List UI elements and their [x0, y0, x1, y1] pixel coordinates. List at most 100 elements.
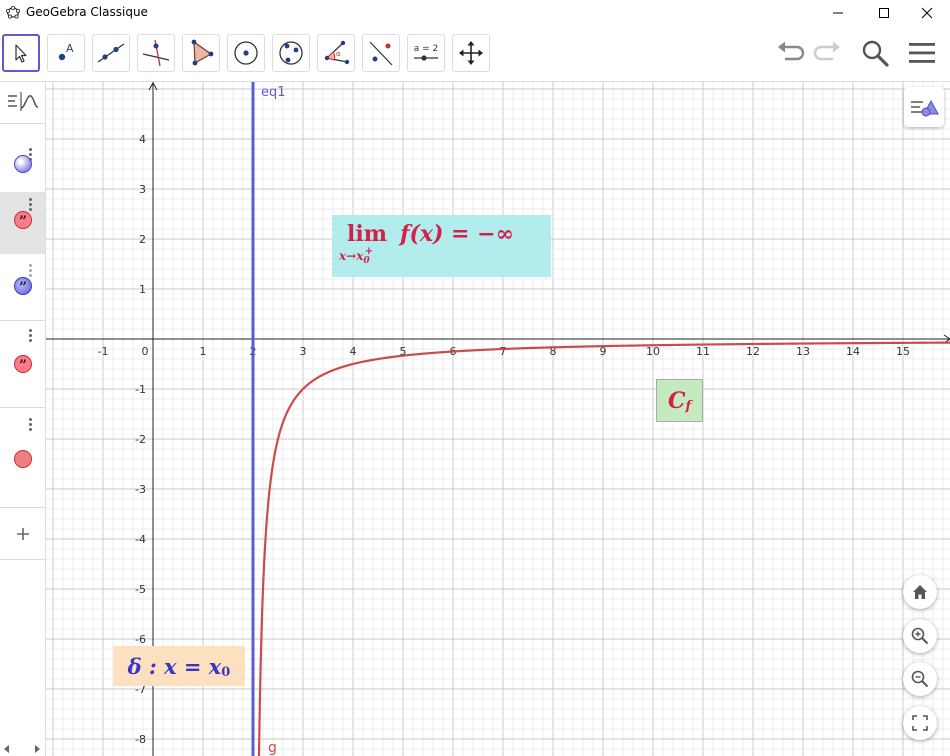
cf-main: C	[667, 387, 686, 414]
redo-button[interactable]	[811, 36, 845, 70]
line-through-points-icon	[97, 43, 125, 63]
limit-sub-text: x→x	[339, 249, 364, 263]
x-tick-label: 1	[200, 345, 207, 358]
circle-three-points-tool-button[interactable]	[272, 34, 310, 72]
limit-lim: lim	[347, 221, 387, 247]
point-tool-button[interactable]: A	[47, 34, 85, 72]
visibility-toggle-icon[interactable]	[14, 450, 32, 468]
y-tick-label: -3	[135, 483, 146, 496]
text-visibility-icon[interactable]: ”	[14, 355, 32, 374]
algebra-item-limit-text[interactable]: ”	[0, 192, 45, 254]
style-bar-icon	[911, 99, 939, 117]
reflect-tool-button[interactable]	[362, 34, 400, 72]
algebra-scrollbar[interactable]	[0, 742, 45, 756]
standard-view-button[interactable]	[903, 575, 937, 609]
x-tick-label: 13	[796, 345, 810, 358]
x-tick-label: 4	[350, 345, 357, 358]
line-tool-button[interactable]	[92, 34, 130, 72]
x-tick-label: 3	[300, 345, 307, 358]
maximize-button[interactable]	[861, 0, 907, 26]
algebra-view: ” ” ”	[0, 82, 46, 756]
x-tick-label: 7	[500, 345, 507, 358]
move-graphics-view-tool-button[interactable]	[452, 34, 490, 72]
hamburger-menu-icon	[909, 43, 935, 63]
x-tick-label: 12	[746, 345, 760, 358]
perpendicular-line-tool-button[interactable]	[137, 34, 175, 72]
x-tick-label: 14	[846, 345, 860, 358]
add-input-button[interactable]	[0, 508, 45, 560]
slider-icon: a = 2	[414, 44, 439, 61]
redo-icon	[813, 41, 840, 61]
fullscreen-icon	[912, 715, 928, 731]
quote-icon: ”	[19, 280, 27, 296]
reflect-about-line-icon	[369, 41, 393, 66]
more-options-icon[interactable]	[29, 264, 33, 279]
maximize-icon	[879, 8, 889, 18]
graphics-view[interactable]: -101234567891011121314151234-1-2-3-4-5-6…	[46, 82, 950, 756]
svg-text:A: A	[66, 42, 74, 55]
y-tick-label: 1	[139, 283, 146, 296]
quote-icon: ”	[19, 214, 27, 230]
limit-subscript: x→x0+	[339, 246, 378, 266]
scroll-right-icon[interactable]	[35, 745, 41, 753]
slider-tool-button[interactable]: a = 2	[407, 34, 445, 72]
quote-icon: ”	[19, 358, 27, 374]
cursor-arrow-icon	[15, 44, 27, 63]
text-visibility-icon[interactable]: ”	[14, 277, 32, 296]
undo-button[interactable]	[773, 36, 807, 70]
plus-icon	[17, 528, 29, 540]
x-tick-label: -1	[98, 345, 109, 358]
style-bar-toggle[interactable]	[904, 87, 944, 127]
algebra-item-cf-text[interactable]: ”	[0, 320, 45, 408]
more-options-icon[interactable]	[29, 148, 33, 163]
circle-three-points-icon	[279, 41, 303, 65]
zoom-out-icon	[911, 670, 929, 688]
slider-tool-label: a = 2	[414, 44, 439, 54]
angle-tool-button[interactable]: α	[317, 34, 355, 72]
move-tool-button[interactable]	[2, 34, 40, 72]
point-icon: A	[58, 42, 74, 61]
algebra-item-function-g[interactable]	[0, 408, 45, 508]
limit-text-box[interactable]: lim x→x0+ f(x) = −∞	[332, 215, 551, 277]
home-icon	[913, 585, 927, 599]
close-icon	[921, 7, 933, 19]
svg-text:”: ”	[19, 280, 27, 294]
svg-text:α: α	[336, 50, 341, 58]
scroll-left-icon[interactable]	[4, 745, 10, 753]
zoom-out-button[interactable]	[903, 662, 937, 696]
more-options-icon[interactable]	[29, 198, 33, 213]
algebra-graph-icon	[8, 92, 39, 111]
curve-label: g	[268, 740, 277, 756]
minimize-button[interactable]	[815, 0, 861, 26]
y-tick-label: 3	[139, 183, 146, 196]
x-tick-label: 10	[646, 345, 660, 358]
main-menu-button[interactable]	[905, 36, 939, 70]
svg-text:”: ”	[19, 358, 27, 372]
asymptote-label: eq1	[261, 85, 286, 100]
cf-text-box[interactable]: Cf	[656, 379, 703, 422]
zoom-in-button[interactable]	[903, 619, 937, 653]
cf-sub: f	[685, 399, 692, 414]
title-bar: GeoGebra Classique	[0, 0, 950, 26]
delta-text-box[interactable]: δ : x = x0	[113, 646, 245, 686]
circle-center-tool-button[interactable]	[227, 34, 265, 72]
text-visibility-icon[interactable]: ”	[14, 211, 32, 230]
search-button[interactable]	[858, 36, 892, 70]
polygon-tool-button[interactable]	[182, 34, 220, 72]
y-tick-label: -2	[135, 433, 146, 446]
more-options-icon[interactable]	[29, 418, 33, 433]
algebra-item-delta-text[interactable]: ”	[0, 256, 45, 318]
undo-icon	[778, 41, 805, 61]
x-tick-label: 0	[142, 345, 149, 358]
angle-icon: α	[324, 40, 350, 65]
algebra-view-toggle[interactable]	[0, 82, 45, 124]
y-tick-label: -5	[135, 583, 146, 596]
algebra-item-line[interactable]	[0, 142, 45, 188]
fullscreen-button[interactable]	[903, 706, 937, 740]
y-tick-label: 2	[139, 233, 146, 246]
y-tick-label: -4	[135, 533, 146, 546]
delta-sub: 0	[221, 664, 231, 680]
more-options-icon[interactable]	[29, 329, 33, 344]
limit-sup: +	[364, 246, 374, 257]
close-window-button[interactable]	[904, 0, 950, 26]
